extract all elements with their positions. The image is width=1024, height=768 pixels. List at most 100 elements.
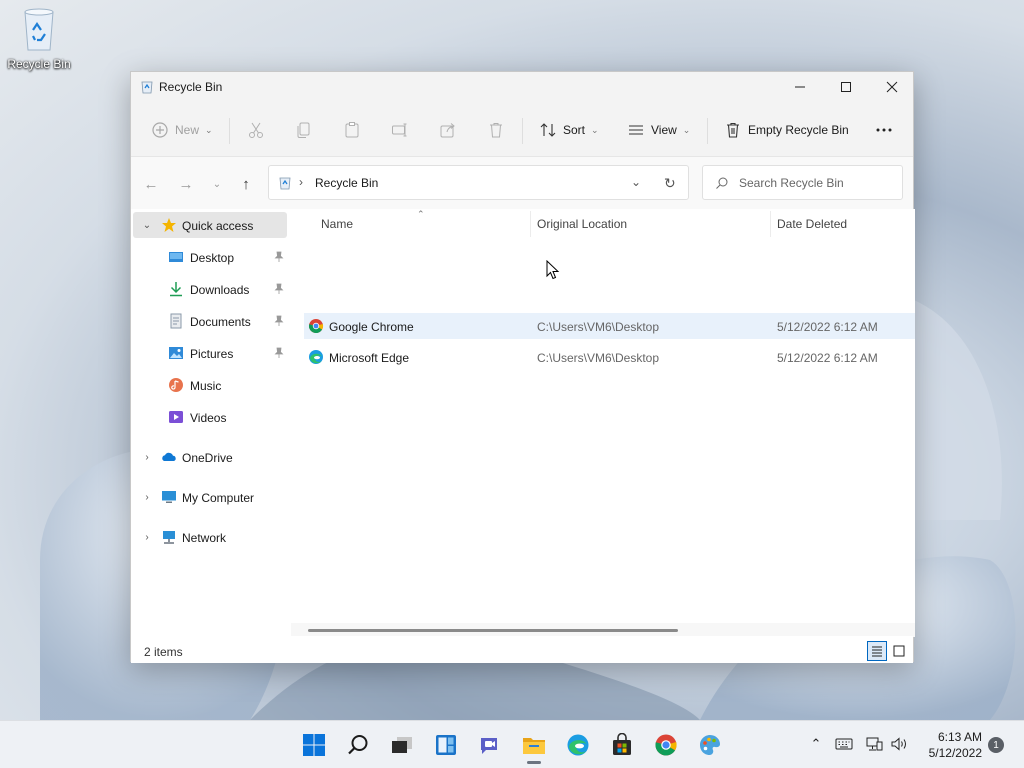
table-row[interactable]: Google Chrome C:\Users\VM6\Desktop 5/12/… [304,313,915,339]
nav-label: Pictures [190,347,234,361]
nav-network[interactable]: › Network [133,524,287,550]
mouse-cursor [546,260,560,280]
search-icon [348,735,368,755]
maximize-button[interactable] [823,72,869,102]
column-divider[interactable] [530,211,531,237]
nav-label: Network [182,531,227,545]
desktop-folder-icon [169,252,183,262]
task-view-button[interactable] [386,729,418,761]
breadcrumb-recycle-bin[interactable]: Recycle Bin [315,176,378,190]
nav-documents[interactable]: Documents [133,308,287,334]
new-button[interactable]: New ⌄ [151,118,213,142]
minimize-button[interactable] [777,72,823,102]
nav-pictures[interactable]: Pictures [133,340,287,366]
paste-button[interactable] [343,118,361,142]
empty-recycle-bin-button[interactable]: Empty Recycle Bin [724,118,849,142]
address-dropdown-icon[interactable]: ⌄ [631,175,641,189]
column-divider[interactable] [770,211,771,237]
desktop-recycle-bin[interactable]: Recycle Bin [4,6,74,71]
more-icon [876,128,892,132]
widgets-button[interactable] [430,729,462,761]
cut-button[interactable] [247,118,265,142]
keyboard-button[interactable] [833,733,855,755]
delete-button[interactable] [487,118,505,142]
empty-recycle-bin-label: Empty Recycle Bin [748,123,849,137]
view-button[interactable]: View ⌄ [627,118,690,142]
toolbar-divider [522,118,523,144]
taskbar-chrome-button[interactable] [650,729,682,761]
taskbar-edge-button[interactable] [562,729,594,761]
nav-desktop[interactable]: Desktop [133,244,287,270]
up-button[interactable]: ↑ [235,173,257,195]
view-icon [629,125,643,135]
new-label: New [175,123,200,137]
edge-icon [567,734,589,756]
nav-my-computer[interactable]: › My Computer [133,484,287,510]
close-button[interactable] [869,72,915,102]
chevron-right-icon[interactable]: › [141,532,153,543]
address-row: ← → ⌄ ↑ › Recycle Bin ⌄ ↻ [131,157,913,209]
recycle-bin-icon [24,8,54,51]
column-header-location[interactable]: Original Location [537,217,627,231]
chevron-down-icon[interactable]: ⌄ [141,220,153,231]
nav-quick-access[interactable]: ⌄ Quick access [133,212,287,238]
file-name: Microsoft Edge [329,351,410,365]
address-bar[interactable]: › Recycle Bin ⌄ ↻ [268,165,689,200]
nav-onedrive[interactable]: › OneDrive [133,444,287,470]
details-view-button[interactable] [867,641,887,661]
taskbar-search-button[interactable] [342,729,374,761]
copy-icon [297,122,310,138]
cut-icon [249,122,263,138]
arrow-left-icon: ← [143,175,159,193]
desktop-icon-label: Recycle Bin [7,57,71,71]
sort-label: Sort [563,123,586,137]
large-icons-view-button[interactable] [889,641,909,661]
large-icons-view-icon [893,645,905,657]
refresh-icon[interactable]: ↻ [664,175,676,192]
forward-button[interactable]: → [175,173,197,195]
file-explorer-button[interactable] [518,729,550,761]
star-icon [162,218,176,232]
network-status-button[interactable] [863,733,885,755]
search-input[interactable] [739,174,895,192]
nav-videos[interactable]: Videos [133,404,287,430]
volume-button[interactable] [889,733,911,755]
notification-badge[interactable]: 1 [988,737,1004,753]
column-header-date[interactable]: Date Deleted [777,217,847,231]
explorer-window: Recycle Bin New ⌄ Sort ⌄ View ⌄ Empty Re… [130,71,915,663]
chevron-right-icon[interactable]: › [141,452,153,463]
paint-button[interactable] [694,729,726,761]
recycle-bin-icon [141,81,153,94]
file-list: ⌃ Name Original Location Date Deleted [291,209,915,636]
paste-icon [345,122,359,138]
table-row[interactable]: Microsoft Edge C:\Users\VM6\Desktop 5/12… [304,344,915,370]
share-button[interactable] [439,118,457,142]
view-label: View [651,123,677,137]
column-header-name[interactable]: Name [321,217,353,231]
navigation-pane: ⌄ Quick access Desktop Downloads Documen… [131,209,291,636]
nav-label: Quick access [182,219,254,233]
sort-button[interactable]: Sort ⌄ [539,118,599,142]
recent-locations-button[interactable]: ⌄ [206,173,228,195]
chat-button[interactable] [474,729,506,761]
search-box[interactable] [702,165,903,200]
more-options-button[interactable] [875,118,893,142]
clock[interactable]: 6:13 AM 5/12/2022 [916,729,982,761]
close-icon [886,81,898,93]
back-button[interactable]: ← [140,173,162,195]
start-button[interactable] [298,729,330,761]
title-bar[interactable]: Recycle Bin [131,72,913,102]
store-button[interactable] [606,729,638,761]
chevron-right-icon[interactable]: › [141,492,153,503]
downloads-icon [170,282,182,297]
rename-button[interactable] [391,118,409,142]
copy-button[interactable] [295,118,313,142]
videos-icon [169,411,183,423]
horizontal-scrollbar-thumb[interactable] [308,629,678,632]
music-icon [169,378,183,392]
nav-music[interactable]: Music [133,372,287,398]
nav-downloads[interactable]: Downloads [133,276,287,302]
nav-label: Documents [190,315,251,329]
show-hidden-icons-button[interactable]: ⌃ [805,733,827,755]
paint-icon [700,735,720,755]
